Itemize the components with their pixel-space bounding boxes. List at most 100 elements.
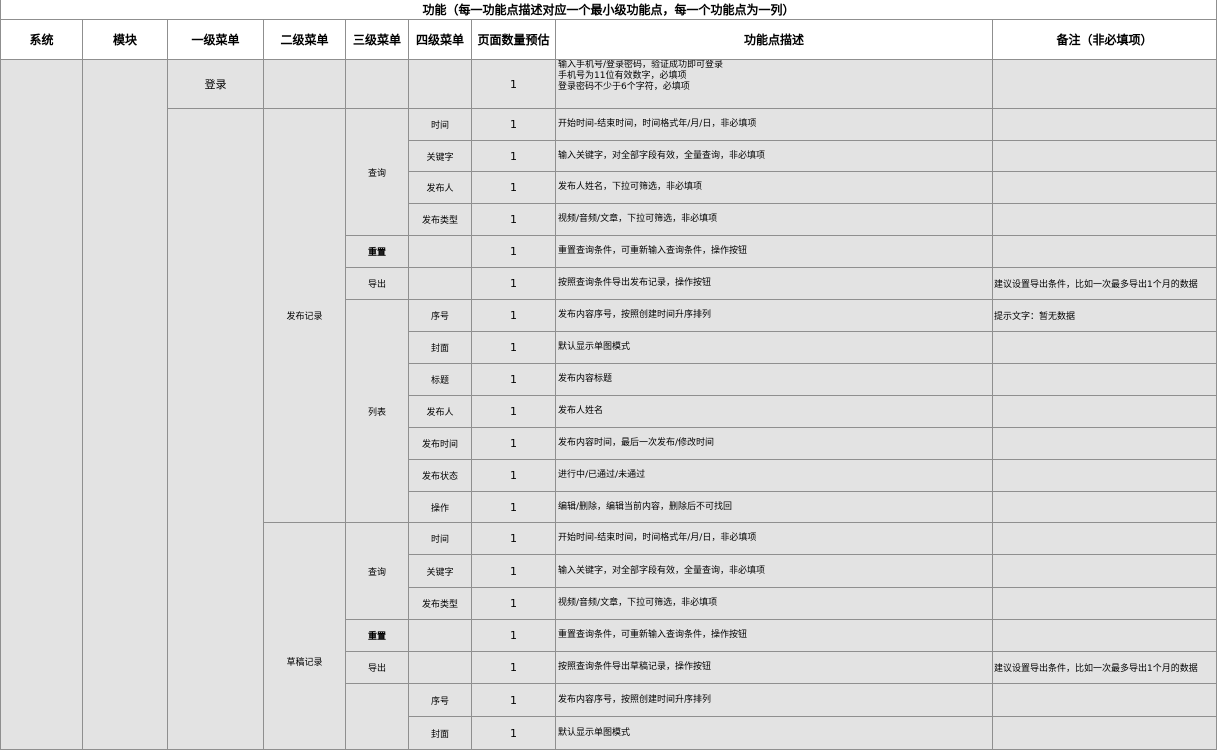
cell-description[interactable]: 重置查询条件，可重新输入查询条件，操作按钮 <box>556 620 993 652</box>
cell-menu4-time[interactable]: 时间 <box>409 523 472 555</box>
cell-menu3-list[interactable] <box>346 684 409 750</box>
cell-page-count[interactable]: 1 <box>472 172 556 204</box>
cell-menu4-empty[interactable] <box>409 268 472 300</box>
cell-description[interactable]: 输入关键字，对全部字段有效，全量查询，非必填项 <box>556 555 993 588</box>
cell-note[interactable] <box>993 684 1217 717</box>
cell-note[interactable]: 提示文字：暂无数据 <box>993 300 1217 332</box>
cell-page-count[interactable]: 1 <box>472 428 556 460</box>
cell-menu3-query[interactable]: 查询 <box>346 109 409 236</box>
header-menu2[interactable]: 二级菜单 <box>264 20 346 60</box>
cell-menu4-publish-time[interactable]: 发布时间 <box>409 428 472 460</box>
cell-system[interactable] <box>0 60 83 750</box>
cell-menu4-cover[interactable]: 封面 <box>409 717 472 750</box>
cell-menu3-export[interactable]: 导出 <box>346 268 409 300</box>
cell-page-count[interactable]: 1 <box>472 364 556 396</box>
cell-note[interactable] <box>993 364 1217 396</box>
header-note[interactable]: 备注（非必填项） <box>993 20 1217 60</box>
cell-description[interactable]: 输入关键字，对全部字段有效，全量查询，非必填项 <box>556 141 993 172</box>
cell-menu3-reset[interactable]: 重置 <box>346 620 409 652</box>
cell-description[interactable]: 发布内容时间，最后一次发布/修改时间 <box>556 428 993 460</box>
cell-note[interactable] <box>993 717 1217 750</box>
cell-menu4-publisher[interactable]: 发布人 <box>409 396 472 428</box>
cell-page-count[interactable]: 1 <box>472 492 556 523</box>
cell-menu1-login[interactable]: 登录 <box>168 60 264 109</box>
cell-note[interactable] <box>993 555 1217 588</box>
cell-page-count[interactable]: 1 <box>472 204 556 236</box>
cell-page-count[interactable]: 1 <box>472 684 556 717</box>
cell-description[interactable]: 开始时间-结束时间，时间格式年/月/日，非必填项 <box>556 109 993 141</box>
cell-menu3-query[interactable]: 查询 <box>346 523 409 620</box>
cell-description[interactable]: 按照查询条件导出发布记录，操作按钮 <box>556 268 993 300</box>
cell-menu4-empty[interactable] <box>409 652 472 684</box>
sheet-title[interactable]: 功能（每一功能点描述对应一个最小级功能点，每一个功能点为一列） <box>0 0 1217 20</box>
cell-page-count[interactable]: 1 <box>472 555 556 588</box>
cell-note[interactable] <box>993 523 1217 555</box>
cell-page-count[interactable]: 1 <box>472 60 556 109</box>
cell-menu3-empty[interactable] <box>346 60 409 109</box>
cell-description-login[interactable]: 输入手机号/登录密码，验证成功即可登录 手机号为11位有效数字，必填项 登录密码… <box>556 60 993 109</box>
cell-page-count[interactable]: 1 <box>472 236 556 268</box>
cell-menu4-publish-status[interactable]: 发布状态 <box>409 460 472 492</box>
cell-page-count[interactable]: 1 <box>472 588 556 620</box>
cell-description[interactable]: 编辑/删除，编辑当前内容，删除后不可找回 <box>556 492 993 523</box>
cell-menu3-reset[interactable]: 重置 <box>346 236 409 268</box>
header-menu4[interactable]: 四级菜单 <box>409 20 472 60</box>
cell-note[interactable] <box>993 588 1217 620</box>
cell-note[interactable] <box>993 141 1217 172</box>
cell-menu4-publish-type[interactable]: 发布类型 <box>409 204 472 236</box>
cell-note[interactable] <box>993 492 1217 523</box>
cell-module[interactable] <box>83 60 168 750</box>
cell-menu4-time[interactable]: 时间 <box>409 109 472 141</box>
header-module[interactable]: 模块 <box>83 20 168 60</box>
cell-description[interactable]: 发布内容序号，按照创建时间升序排列 <box>556 684 993 717</box>
cell-menu1-empty[interactable] <box>168 109 264 750</box>
cell-description[interactable]: 视频/音频/文章，下拉可筛选，非必填项 <box>556 204 993 236</box>
cell-page-count[interactable]: 1 <box>472 652 556 684</box>
header-description[interactable]: 功能点描述 <box>556 20 993 60</box>
header-system[interactable]: 系统 <box>0 20 83 60</box>
cell-note[interactable]: 建议设置导出条件，比如一次最多导出1个月的数据 <box>993 268 1217 300</box>
cell-description[interactable]: 默认显示单图模式 <box>556 332 993 364</box>
cell-menu3-list[interactable]: 列表 <box>346 300 409 523</box>
cell-menu2-empty[interactable] <box>264 60 346 109</box>
cell-note[interactable] <box>993 428 1217 460</box>
cell-note[interactable]: 建议设置导出条件，比如一次最多导出1个月的数据 <box>993 652 1217 684</box>
cell-menu4-keyword[interactable]: 关键字 <box>409 141 472 172</box>
cell-description[interactable]: 默认显示单图模式 <box>556 717 993 750</box>
cell-note[interactable] <box>993 620 1217 652</box>
cell-menu4-keyword[interactable]: 关键字 <box>409 555 472 588</box>
cell-page-count[interactable]: 1 <box>472 300 556 332</box>
cell-menu4-cover[interactable]: 封面 <box>409 332 472 364</box>
header-menu1[interactable]: 一级菜单 <box>168 20 264 60</box>
cell-description[interactable]: 按照查询条件导出草稿记录，操作按钮 <box>556 652 993 684</box>
cell-page-count[interactable]: 1 <box>472 717 556 750</box>
cell-description[interactable]: 发布人姓名，下拉可筛选，非必填项 <box>556 172 993 204</box>
cell-menu4-publish-type[interactable]: 发布类型 <box>409 588 472 620</box>
cell-menu4-publisher[interactable]: 发布人 <box>409 172 472 204</box>
cell-menu4-empty[interactable] <box>409 620 472 652</box>
cell-menu4-seq[interactable]: 序号 <box>409 684 472 717</box>
header-page-count[interactable]: 页面数量预估 <box>472 20 556 60</box>
cell-note[interactable] <box>993 204 1217 236</box>
header-menu3[interactable]: 三级菜单 <box>346 20 409 60</box>
cell-note[interactable] <box>993 396 1217 428</box>
cell-description[interactable]: 发布人姓名 <box>556 396 993 428</box>
cell-menu4-empty[interactable] <box>409 60 472 109</box>
cell-menu3-export[interactable]: 导出 <box>346 652 409 684</box>
cell-note[interactable] <box>993 332 1217 364</box>
cell-description[interactable]: 视频/音频/文章，下拉可筛选，非必填项 <box>556 588 993 620</box>
cell-description[interactable]: 发布内容序号，按照创建时间升序排列 <box>556 300 993 332</box>
cell-menu4-seq[interactable]: 序号 <box>409 300 472 332</box>
cell-page-count[interactable]: 1 <box>472 620 556 652</box>
cell-description[interactable]: 重置查询条件，可重新输入查询条件，操作按钮 <box>556 236 993 268</box>
cell-menu4-empty[interactable] <box>409 236 472 268</box>
cell-page-count[interactable]: 1 <box>472 141 556 172</box>
cell-note[interactable] <box>993 460 1217 492</box>
cell-menu4-title[interactable]: 标题 <box>409 364 472 396</box>
cell-note[interactable] <box>993 109 1217 141</box>
cell-description[interactable]: 开始时间-结束时间，时间格式年/月/日，非必填项 <box>556 523 993 555</box>
cell-page-count[interactable]: 1 <box>472 109 556 141</box>
cell-description[interactable]: 进行中/已通过/未通过 <box>556 460 993 492</box>
cell-page-count[interactable]: 1 <box>472 523 556 555</box>
cell-note[interactable] <box>993 60 1217 109</box>
